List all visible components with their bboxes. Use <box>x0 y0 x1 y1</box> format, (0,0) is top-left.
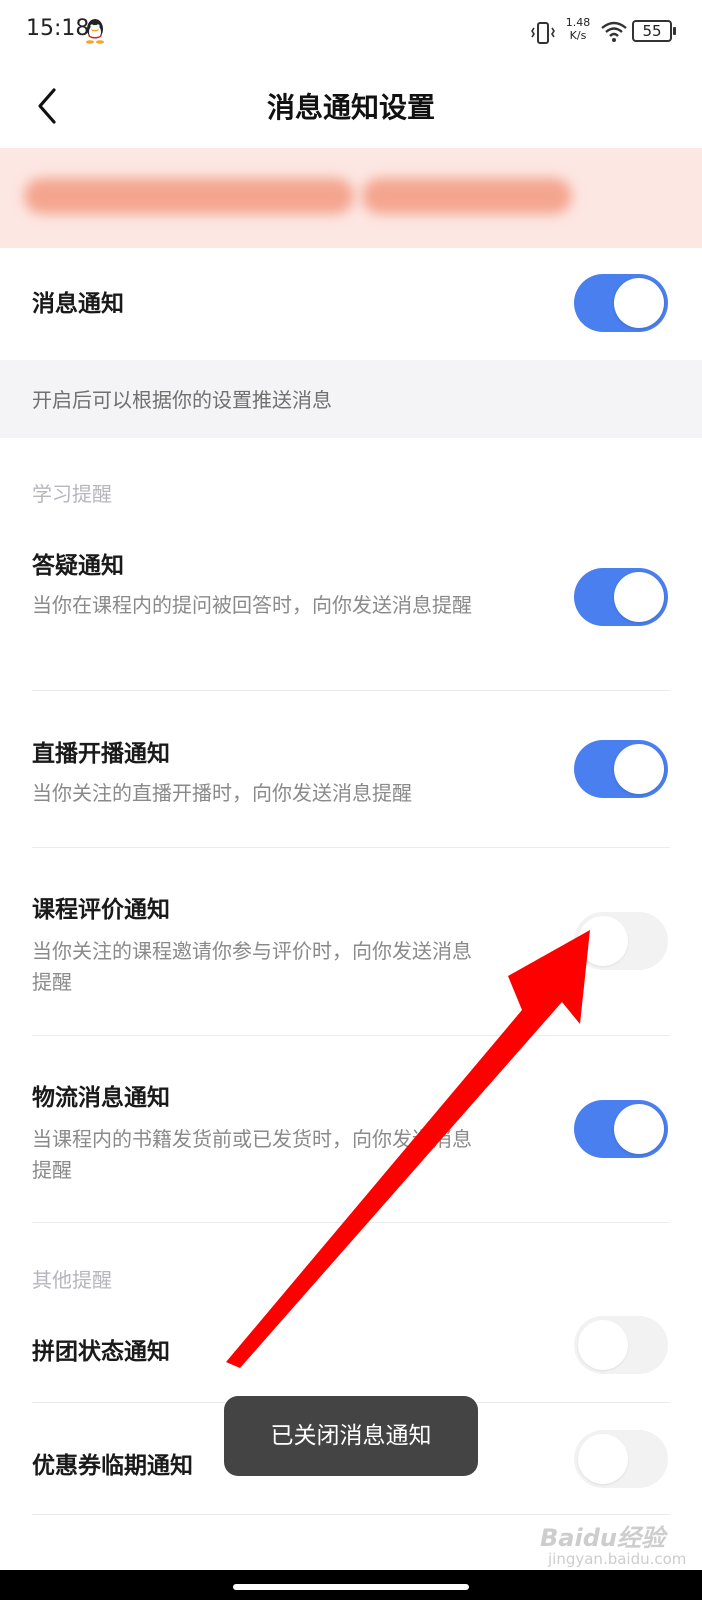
qq-icon <box>84 18 106 44</box>
hint-text: 开启后可以根据你的设置推送消息 <box>32 388 332 412</box>
message-notification-toggle[interactable] <box>574 274 668 332</box>
group-buy-toggle[interactable] <box>574 1316 668 1374</box>
setting-title-group-buy: 拼团状态通知 <box>32 1339 170 1365</box>
wifi-icon <box>600 20 628 44</box>
section-label-other: 其他提醒 <box>32 1268 112 1292</box>
status-bar: 15:18 1.48 K/s 55 <box>0 0 702 64</box>
toggle-knob <box>578 916 628 966</box>
divider <box>32 1035 670 1036</box>
toast-message: 已关闭消息通知 <box>224 1396 478 1476</box>
setting-title-coupon: 优惠券临期通知 <box>32 1453 193 1479</box>
message-notification-label: 消息通知 <box>32 291 124 317</box>
live-toggle[interactable] <box>574 740 668 798</box>
setting-desc-review: 当你关注的课程邀请你参与评价时，向你发送消息提醒 <box>32 939 472 994</box>
toggle-knob <box>578 1434 628 1484</box>
status-time: 15:18 <box>26 16 90 41</box>
network-speed-value: 1.48 <box>565 16 591 29</box>
message-notification-row[interactable]: 消息通知 <box>0 248 702 360</box>
nav-bar: 消息通知设置 <box>0 64 702 148</box>
toggle-knob <box>614 572 664 622</box>
divider <box>32 1514 670 1515</box>
battery-icon: 55 <box>632 20 676 42</box>
network-speed-unit: K/s <box>569 29 587 42</box>
banner-blur-left <box>24 178 354 214</box>
qa-toggle[interactable] <box>574 568 668 626</box>
setting-desc-logistics: 当课程内的书籍发货前或已发货时，向你发送消息提醒 <box>32 1127 472 1182</box>
network-speed: 1.48 K/s <box>564 16 592 42</box>
toggle-knob <box>578 1320 628 1370</box>
blurred-banner <box>0 148 702 248</box>
toggle-knob <box>614 1104 664 1154</box>
divider <box>32 690 670 691</box>
review-toggle[interactable] <box>574 912 668 970</box>
hint-band: 开启后可以根据你的设置推送消息 <box>0 360 702 438</box>
setting-desc-qa: 当你在课程内的提问被回答时，向你发送消息提醒 <box>32 593 472 617</box>
section-label-study: 学习提醒 <box>32 482 112 506</box>
divider <box>32 1222 670 1223</box>
setting-title-qa: 答疑通知 <box>32 553 124 579</box>
vibrate-icon <box>530 20 556 46</box>
logistics-toggle[interactable] <box>574 1100 668 1158</box>
setting-title-live: 直播开播通知 <box>32 741 170 767</box>
toggle-knob <box>614 278 664 328</box>
banner-blur-right <box>362 178 572 214</box>
coupon-toggle[interactable] <box>574 1430 668 1488</box>
setting-title-logistics: 物流消息通知 <box>32 1085 170 1111</box>
setting-desc-live: 当你关注的直播开播时，向你发送消息提醒 <box>32 781 412 805</box>
toggle-knob <box>614 744 664 794</box>
page-title: 消息通知设置 <box>266 91 435 124</box>
gesture-bar <box>0 1570 702 1600</box>
setting-title-review: 课程评价通知 <box>32 897 170 923</box>
divider <box>32 847 670 848</box>
watermark-url: jingyan.baidu.com <box>548 1550 687 1568</box>
home-indicator[interactable] <box>233 1584 469 1590</box>
watermark-brand: Baidu经验 <box>540 1524 665 1552</box>
